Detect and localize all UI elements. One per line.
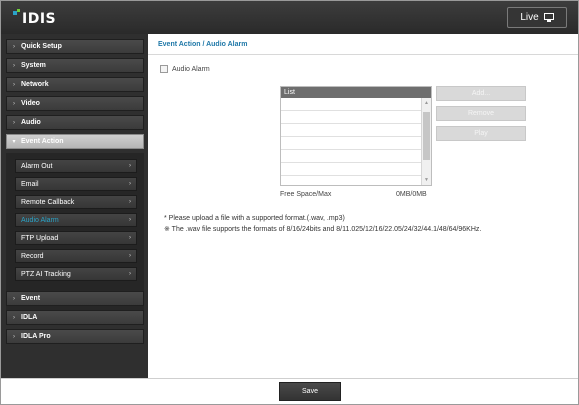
submenu-item-remote-callback[interactable]: Remote Callback ›: [15, 195, 137, 209]
list-row[interactable]: [281, 123, 421, 124]
sidebar-item-network[interactable]: › Network: [6, 77, 144, 92]
sidebar-item-audio[interactable]: › Audio: [6, 115, 144, 130]
list-scrollbar[interactable]: ▲ ▼: [421, 98, 431, 185]
wav-format-note: ※ The .wav file supports the formats of …: [164, 226, 482, 233]
chevron-right-icon: ›: [13, 314, 15, 321]
chevron-right-icon: ›: [13, 333, 15, 340]
sidebar-item-label: Event Action: [21, 138, 64, 145]
sidebar-item-label: System: [21, 62, 46, 69]
sidebar-item-event-action[interactable]: ▾ Event Action: [6, 134, 144, 149]
live-label: Live: [520, 12, 539, 23]
chevron-down-icon: ▾: [12, 139, 16, 145]
submenu-item-alarm-out[interactable]: Alarm Out ›: [15, 159, 137, 173]
chevron-right-icon: ›: [13, 81, 15, 88]
sidebar-item-system[interactable]: › System: [6, 58, 144, 73]
chevron-right-icon: ›: [129, 163, 131, 169]
submenu-label: FTP Upload: [21, 234, 59, 242]
chevron-right-icon: ›: [13, 100, 15, 107]
sidebar-item-label: Video: [21, 100, 40, 107]
free-space-value: 0MB/0MB: [396, 191, 427, 198]
audio-alarm-label: Audio Alarm: [172, 65, 210, 73]
submenu-label: Audio Alarm: [21, 216, 59, 224]
sidebar-item-label: Network: [21, 81, 49, 88]
logo-text: IDIS: [22, 11, 57, 27]
remove-button[interactable]: Remove: [436, 106, 526, 121]
chevron-right-icon: ›: [129, 217, 131, 223]
submenu-item-ptz-ai-tracking[interactable]: PTZ AI Tracking ›: [15, 267, 137, 281]
sidebar-item-idla-pro[interactable]: › IDLA Pro: [6, 329, 144, 344]
scroll-down-icon[interactable]: ▼: [424, 177, 429, 183]
submenu-item-email[interactable]: Email ›: [15, 177, 137, 191]
logo-mark-icon: [13, 9, 20, 15]
submenu-label: PTZ AI Tracking: [21, 270, 71, 278]
sidebar-item-label: Quick Setup: [21, 43, 62, 50]
list-row[interactable]: [281, 149, 421, 150]
play-button[interactable]: Play: [436, 126, 526, 141]
breadcrumb-divider: [148, 54, 578, 55]
audio-alarm-checkbox[interactable]: [160, 65, 168, 73]
chevron-right-icon: ›: [129, 199, 131, 205]
audio-alarm-toggle[interactable]: Audio Alarm: [160, 65, 210, 73]
scroll-up-icon[interactable]: ▲: [424, 100, 429, 106]
audio-file-list[interactable]: List ▲ ▼: [280, 86, 432, 186]
format-note: * Please upload a file with a supported …: [164, 215, 345, 222]
sidebar-item-quick-setup[interactable]: › Quick Setup: [6, 39, 144, 54]
chevron-right-icon: ›: [129, 271, 131, 277]
scroll-thumb[interactable]: [423, 112, 430, 160]
sidebar-item-label: IDLA: [21, 314, 38, 321]
list-header: List: [281, 87, 431, 98]
monitor-icon: [543, 13, 554, 22]
add-button[interactable]: Add...: [436, 86, 526, 101]
breadcrumb: Event Action / Audio Alarm: [158, 41, 248, 48]
list-row[interactable]: [281, 110, 421, 111]
sidebar-item-label: IDLA Pro: [21, 333, 51, 340]
sidebar: › Quick Setup › System › Network › Video…: [1, 34, 148, 378]
sidebar-item-event[interactable]: › Event: [6, 291, 144, 306]
list-row[interactable]: [281, 162, 421, 163]
chevron-right-icon: ›: [13, 295, 15, 302]
submenu-label: Record: [21, 252, 44, 260]
chevron-right-icon: ›: [129, 181, 131, 187]
chevron-right-icon: ›: [13, 62, 15, 69]
submenu-label: Alarm Out: [21, 162, 53, 170]
submenu-item-audio-alarm[interactable]: Audio Alarm ›: [15, 213, 137, 227]
sidebar-item-label: Event: [21, 295, 41, 302]
footer-bar: Save: [1, 378, 578, 404]
submenu-label: Email: [21, 180, 39, 188]
chevron-right-icon: ›: [13, 43, 15, 50]
chevron-right-icon: ›: [129, 235, 131, 241]
sidebar-item-video[interactable]: › Video: [6, 96, 144, 111]
content-panel: Event Action / Audio Alarm Audio Alarm L…: [148, 34, 578, 378]
list-row[interactable]: [281, 136, 421, 137]
chevron-right-icon: ›: [129, 253, 131, 259]
list-row[interactable]: [281, 175, 421, 176]
live-button[interactable]: Live: [507, 7, 567, 28]
save-button[interactable]: Save: [279, 382, 341, 401]
chevron-right-icon: ›: [13, 119, 15, 126]
submenu-label: Remote Callback: [21, 198, 75, 206]
submenu-item-ftp-upload[interactable]: FTP Upload ›: [15, 231, 137, 245]
submenu-item-record[interactable]: Record ›: [15, 249, 137, 263]
free-space-label: Free Space/Max: [280, 191, 332, 198]
sidebar-item-idla[interactable]: › IDLA: [6, 310, 144, 325]
top-bar: IDIS Live: [1, 1, 578, 34]
sidebar-item-label: Audio: [21, 119, 41, 126]
